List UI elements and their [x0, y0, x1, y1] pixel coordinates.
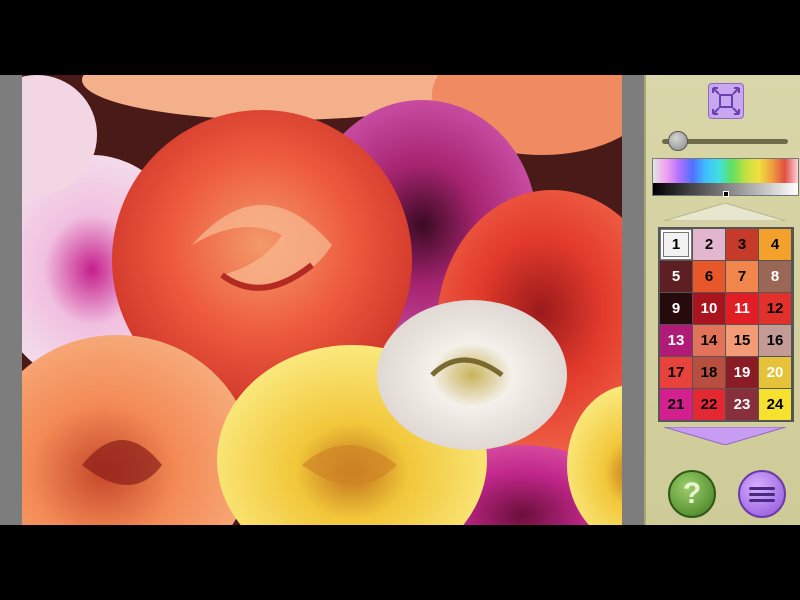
palette-swatch-20[interactable]: 20 — [759, 357, 791, 388]
fit-to-screen-icon — [712, 87, 740, 115]
palette-swatch-2[interactable]: 2 — [693, 229, 725, 260]
palette-swatch-17[interactable]: 17 — [660, 357, 692, 388]
palette-scroll-up-button[interactable] — [664, 203, 786, 221]
zoom-slider[interactable] — [662, 131, 788, 151]
help-button[interactable]: ? — [668, 470, 716, 518]
question-icon: ? — [682, 477, 702, 510]
palette-swatch-12[interactable]: 12 — [759, 293, 791, 324]
palette-swatch-3[interactable]: 3 — [726, 229, 758, 260]
palette-swatch-11[interactable]: 11 — [726, 293, 758, 324]
palette-swatch-10[interactable]: 10 — [693, 293, 725, 324]
palette-grid: 1 2 3 4 5 6 7 8 9 10 11 12 13 14 15 16 17 18 19 20 21 22 23 24 — [658, 227, 794, 422]
palette-swatch-13[interactable]: 13 — [660, 325, 692, 356]
fit-to-screen-button[interactable] — [708, 83, 744, 119]
letterbox-top — [0, 0, 800, 75]
palette-swatch-4[interactable]: 4 — [759, 229, 791, 260]
palette-swatch-24[interactable]: 24 — [759, 389, 791, 420]
zoom-slider-knob[interactable] — [668, 131, 688, 151]
palette-swatch-6[interactable]: 6 — [693, 261, 725, 292]
palette-swatch-14[interactable]: 14 — [693, 325, 725, 356]
left-scroll-gutter[interactable] — [0, 75, 22, 525]
roses-artwork — [22, 75, 622, 525]
palette-swatch-5[interactable]: 5 — [660, 261, 692, 292]
palette-swatch-7[interactable]: 7 — [726, 261, 758, 292]
palette-scroll-down-button[interactable] — [664, 427, 786, 445]
palette-swatch-22[interactable]: 22 — [693, 389, 725, 420]
letterbox-bottom — [0, 525, 800, 600]
palette-swatch-8[interactable]: 8 — [759, 261, 791, 292]
palette-swatch-23[interactable]: 23 — [726, 389, 758, 420]
tool-panel: 1 2 3 4 5 6 7 8 9 10 11 12 13 14 15 16 17 18 19 20 21 22 23 24 … — [644, 75, 800, 525]
palette-swatch-1[interactable]: 1 — [660, 229, 692, 260]
palette-swatch-19[interactable]: 19 — [726, 357, 758, 388]
hamburger-menu-icon-line — [749, 492, 775, 496]
palette-swatch-9[interactable]: 9 — [660, 293, 692, 324]
menu-button[interactable] — [738, 470, 786, 518]
palette-swatch-21[interactable]: 21 — [660, 389, 692, 420]
hamburger-menu-icon-line — [749, 486, 775, 490]
palette-swatch-18[interactable]: 18 — [693, 357, 725, 388]
hamburger-menu-icon-line — [749, 498, 775, 502]
palette-swatch-15[interactable]: 15 — [726, 325, 758, 356]
painting-canvas[interactable] — [22, 75, 622, 525]
right-scroll-gutter[interactable] — [622, 75, 644, 525]
hue-strip[interactable] — [653, 159, 798, 183]
spectrum-marker — [723, 191, 729, 197]
palette-swatch-16[interactable]: 16 — [759, 325, 791, 356]
